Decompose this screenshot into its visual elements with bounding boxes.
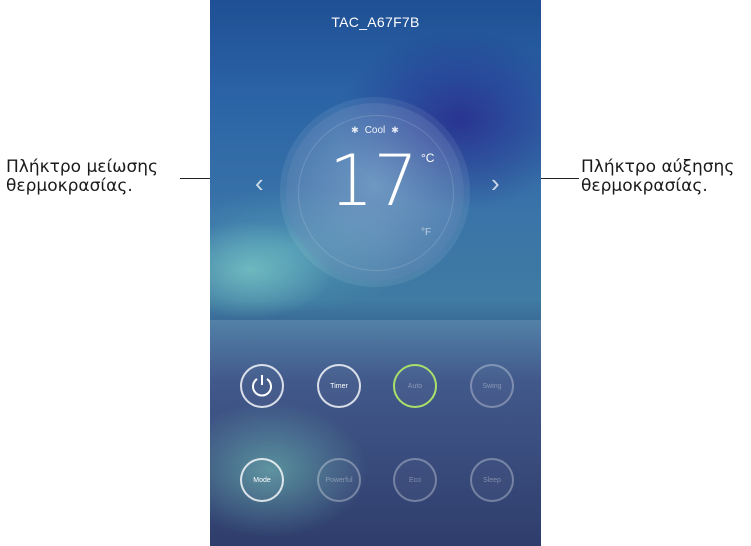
panel-glow	[210, 380, 430, 546]
power-button[interactable]	[240, 364, 284, 408]
powerful-button[interactable]: Powerful	[317, 458, 361, 502]
increase-annotation: Πλήκτρο αύξησης θερμοκρασίας.	[581, 158, 734, 196]
timer-button[interactable]: Timer	[317, 364, 361, 408]
increase-annotation-text: Πλήκτρο αύξησης θερμοκρασίας.	[581, 157, 735, 196]
decrease-annotation-text: Πλήκτρο μείωσης θερμοκρασίας.	[6, 157, 158, 196]
snowflake-icon: ✱	[391, 125, 399, 135]
increase-temperature-button[interactable]: ›	[491, 168, 500, 199]
mode-indicator: ✱ Cool ✱	[286, 125, 464, 136]
power-icon	[252, 375, 272, 397]
fahrenheit-unit[interactable]: °F	[421, 227, 431, 238]
snowflake-icon: ✱	[351, 125, 359, 135]
swing-button[interactable]: Swing	[470, 364, 514, 408]
celsius-unit[interactable]: °C	[421, 151, 434, 165]
phone-screen: TAC_A67F7B ✱ Cool ✱ 17 °C °F ‹ › Timer Aut…	[210, 0, 541, 546]
eco-button[interactable]: Eco	[393, 458, 437, 502]
mode-label: Cool	[364, 125, 386, 136]
auto-button[interactable]: Auto	[393, 364, 437, 408]
device-title: TAC_A67F7B	[331, 14, 420, 30]
control-panel: Timer Auto Swing Mode Powerful Eco Sleep	[210, 320, 541, 546]
mode-button[interactable]: Mode	[240, 458, 284, 502]
temperature-value: 17	[329, 140, 419, 222]
temperature-dial: ✱ Cool ✱ 17 °C °F	[286, 103, 464, 281]
decrease-annotation: Πλήκτρο μείωσης θερμοκρασίας.	[6, 158, 158, 196]
sleep-button[interactable]: Sleep	[470, 458, 514, 502]
decrease-temperature-button[interactable]: ‹	[255, 168, 264, 199]
